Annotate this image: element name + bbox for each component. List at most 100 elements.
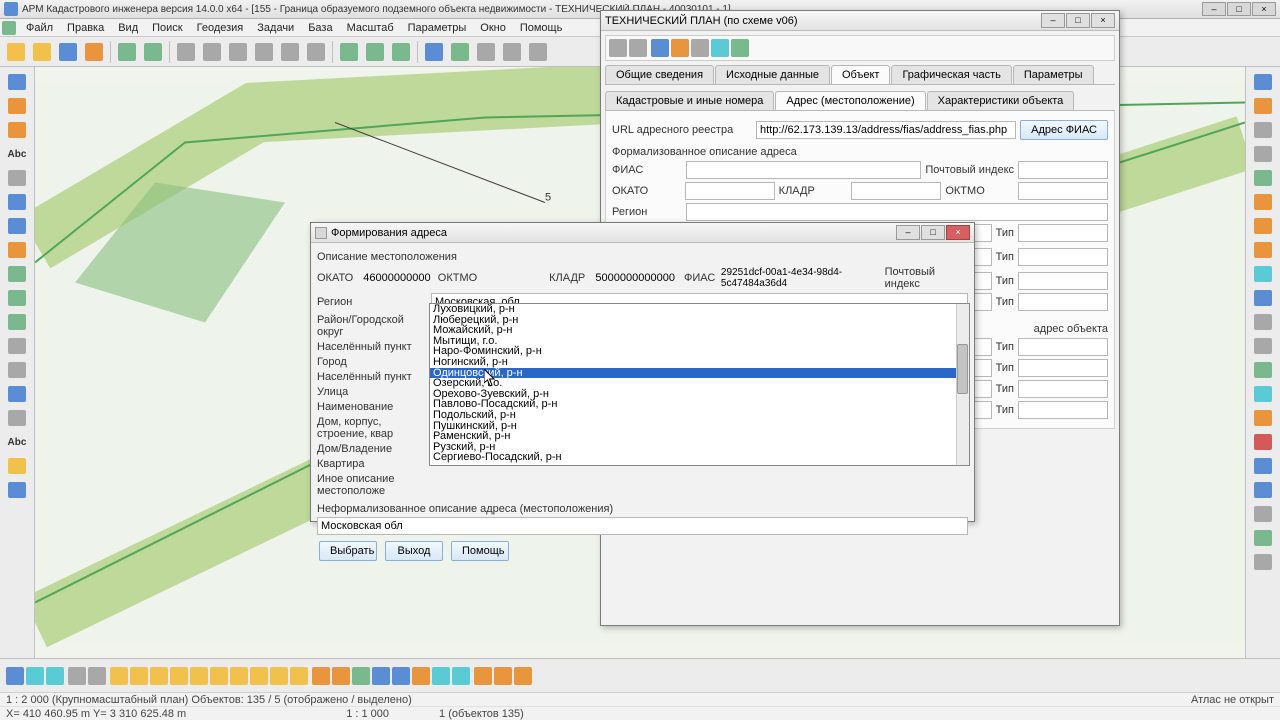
toolbar-globe[interactable] xyxy=(448,40,472,64)
type2-1[interactable] xyxy=(1018,338,1108,356)
kladr-input[interactable] xyxy=(851,182,941,200)
addr-close[interactable]: × xyxy=(946,225,970,240)
subtab-address[interactable]: Адрес (местоположение) xyxy=(775,91,925,110)
rtool-12[interactable] xyxy=(1250,335,1276,357)
btb-5[interactable] xyxy=(88,667,106,685)
btb-21[interactable] xyxy=(412,667,430,685)
type-input-4[interactable] xyxy=(1018,293,1108,311)
menu-help[interactable]: Помощь xyxy=(513,20,570,36)
rtool-19[interactable] xyxy=(1250,503,1276,525)
tool-green3[interactable] xyxy=(4,311,30,333)
tp-tb-1[interactable] xyxy=(609,39,627,57)
btb-17[interactable] xyxy=(332,667,350,685)
window-close-button[interactable]: × xyxy=(1252,2,1276,16)
type-input-2[interactable] xyxy=(1018,248,1108,266)
toolbar-back[interactable] xyxy=(337,40,361,64)
a-informal-input[interactable] xyxy=(317,517,968,535)
type-input-3[interactable] xyxy=(1018,272,1108,290)
tool-trim[interactable] xyxy=(4,359,30,381)
window-min-button[interactable]: – xyxy=(1202,2,1226,16)
toolbar-zoom-in[interactable] xyxy=(474,40,498,64)
fias-input[interactable] xyxy=(686,161,921,179)
rtool-21[interactable] xyxy=(1250,551,1276,573)
toolbar-list[interactable] xyxy=(304,40,328,64)
tp-tb-2[interactable] xyxy=(629,39,647,57)
tp-tb-7[interactable] xyxy=(731,39,749,57)
btb-8[interactable] xyxy=(150,667,168,685)
tp-tb-4[interactable] xyxy=(671,39,689,57)
dropdown-scroll-thumb[interactable] xyxy=(957,344,968,394)
rtool-4[interactable] xyxy=(1250,143,1276,165)
btb-18[interactable] xyxy=(352,667,370,685)
toolbar-save[interactable] xyxy=(56,40,80,64)
menu-scale[interactable]: Масштаб xyxy=(340,20,401,36)
btb-20[interactable] xyxy=(392,667,410,685)
tool-text[interactable]: Abc xyxy=(4,143,30,165)
tool-cut[interactable] xyxy=(4,383,30,405)
menu-file[interactable]: Файл xyxy=(19,20,60,36)
dropdown-item[interactable]: Можайский, р-н xyxy=(430,325,969,336)
window-max-button[interactable]: □ xyxy=(1227,2,1251,16)
dropdown-item[interactable]: Раменский, р-н xyxy=(430,431,969,442)
btb-3[interactable] xyxy=(46,667,64,685)
addr-exit-btn[interactable]: Выход xyxy=(385,541,443,561)
btb-23[interactable] xyxy=(452,667,470,685)
menu-params[interactable]: Параметры xyxy=(401,20,474,36)
btb-25[interactable] xyxy=(494,667,512,685)
btb-1[interactable] xyxy=(6,667,24,685)
toolbar-open[interactable] xyxy=(30,40,54,64)
rtool-13[interactable] xyxy=(1250,359,1276,381)
rtool-14[interactable] xyxy=(1250,383,1276,405)
toolbar-new[interactable] xyxy=(4,40,28,64)
type-input-1[interactable] xyxy=(1018,224,1108,242)
tech-plan-max[interactable]: □ xyxy=(1066,13,1090,28)
region-input[interactable] xyxy=(686,203,1108,221)
url-input[interactable] xyxy=(756,121,1016,139)
btb-6[interactable] xyxy=(110,667,128,685)
tech-plan-close[interactable]: × xyxy=(1091,13,1115,28)
btb-15[interactable] xyxy=(290,667,308,685)
rtool-18[interactable] xyxy=(1250,479,1276,501)
rtool-3[interactable] xyxy=(1250,119,1276,141)
menu-search[interactable]: Поиск xyxy=(145,20,189,36)
tool-text2[interactable]: Abc xyxy=(4,431,30,453)
btb-9[interactable] xyxy=(170,667,188,685)
addr-help-btn[interactable]: Помощь xyxy=(451,541,509,561)
btb-16[interactable] xyxy=(312,667,330,685)
btb-26[interactable] xyxy=(514,667,532,685)
dropdown-item[interactable]: Пушкинский, р-н xyxy=(430,421,969,432)
post-input[interactable] xyxy=(1018,161,1108,179)
addr-max[interactable]: □ xyxy=(921,225,945,240)
tp-tb-3[interactable] xyxy=(651,39,669,57)
menu-view[interactable]: Вид xyxy=(111,20,145,36)
tab-params[interactable]: Параметры xyxy=(1013,65,1094,84)
btb-14[interactable] xyxy=(270,667,288,685)
tab-graphic[interactable]: Графическая часть xyxy=(891,65,1011,84)
rtool-15[interactable] xyxy=(1250,407,1276,429)
rtool-16[interactable] xyxy=(1250,431,1276,453)
toolbar-zoom-fit[interactable] xyxy=(526,40,550,64)
tp-tb-6[interactable] xyxy=(711,39,729,57)
fias-button[interactable]: Адрес ФИАС xyxy=(1020,120,1108,140)
rtool-1[interactable] xyxy=(1250,71,1276,93)
btb-10[interactable] xyxy=(190,667,208,685)
menu-tasks[interactable]: Задачи xyxy=(250,20,301,36)
btb-4[interactable] xyxy=(68,667,86,685)
toolbar-db[interactable] xyxy=(82,40,106,64)
tp-tb-5[interactable] xyxy=(691,39,709,57)
tool-blue2[interactable] xyxy=(4,479,30,501)
oktmo-input[interactable] xyxy=(1018,182,1108,200)
tool-line[interactable] xyxy=(4,119,30,141)
okato-input[interactable] xyxy=(685,182,775,200)
toolbar-layers1[interactable] xyxy=(115,40,139,64)
dropdown-item[interactable]: Наро-Фоминский, р-н xyxy=(430,346,969,357)
rtool-5[interactable] xyxy=(1250,167,1276,189)
type2-4[interactable] xyxy=(1018,401,1108,419)
rtool-6[interactable] xyxy=(1250,191,1276,213)
tab-general[interactable]: Общие сведения xyxy=(605,65,714,84)
btb-12[interactable] xyxy=(230,667,248,685)
toolbar-a[interactable] xyxy=(200,40,224,64)
toolbar-c[interactable] xyxy=(252,40,276,64)
btb-2[interactable] xyxy=(26,667,44,685)
toolbar-zoom-out[interactable] xyxy=(500,40,524,64)
